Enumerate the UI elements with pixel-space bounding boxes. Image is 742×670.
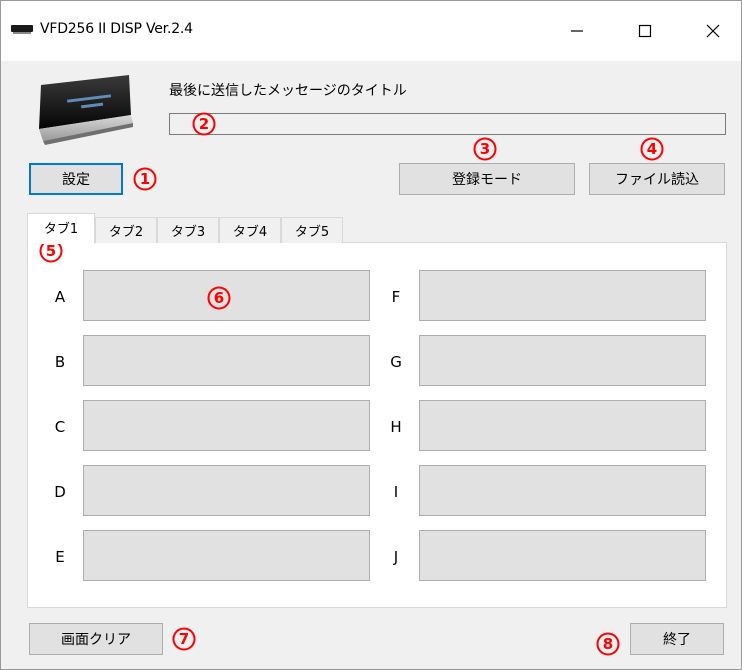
message-slot-f[interactable] <box>419 270 706 321</box>
slot-label-i: I <box>393 483 399 501</box>
annotation-number: 4 <box>646 139 658 158</box>
register-mode-button[interactable]: 登録モード <box>399 163 575 195</box>
message-slot-d[interactable] <box>83 465 370 516</box>
annotation-marker-2: 2 <box>192 112 216 136</box>
message-slot-b[interactable] <box>83 335 370 386</box>
slot-label-e: E <box>55 548 65 566</box>
annotation-marker-1: 1 <box>133 167 157 191</box>
maximize-button[interactable] <box>617 1 673 61</box>
message-slot-g[interactable] <box>419 335 706 386</box>
message-slot-c[interactable] <box>83 400 370 451</box>
annotation-marker-3: 3 <box>473 137 497 161</box>
vfd-display-device <box>39 75 133 145</box>
slot-label-b: B <box>54 353 66 371</box>
annotation-marker-6: 6 <box>207 286 231 310</box>
annotation-number: 1 <box>139 169 151 188</box>
maximize-icon <box>638 24 652 38</box>
vfd-device-icon <box>11 25 33 34</box>
tab-2[interactable]: タブ2 <box>95 217 157 243</box>
annotation-number: 7 <box>178 629 190 648</box>
annotation-number: 6 <box>213 288 225 307</box>
app-window: VFD256 II DISP Ver.2.4 最後に送信したメッセージのタイトル… <box>0 0 742 670</box>
last-message-title-label: 最後に送信したメッセージのタイトル <box>169 83 407 99</box>
close-button[interactable] <box>685 1 741 61</box>
annotation-marker-8: 8 <box>596 632 620 656</box>
tab-panel: A B C D E F G H I J <box>27 242 727 608</box>
last-message-title-field <box>169 113 726 135</box>
annotation-number: 5 <box>45 241 57 260</box>
tab-4[interactable]: タブ4 <box>219 217 281 243</box>
slot-label-a: A <box>54 288 66 306</box>
slot-label-c: C <box>54 418 66 436</box>
tab-1[interactable]: タブ1 <box>27 213 95 244</box>
message-slot-h[interactable] <box>419 400 706 451</box>
annotation-number: 2 <box>198 114 210 133</box>
slot-label-g: G <box>390 353 402 371</box>
slot-label-d: D <box>54 483 66 501</box>
annotation-marker-7: 7 <box>172 627 196 651</box>
slot-label-f: F <box>391 288 401 306</box>
minimize-button[interactable] <box>549 1 605 61</box>
annotation-marker-4: 4 <box>640 137 664 161</box>
annotation-number: 3 <box>479 139 491 158</box>
message-slot-i[interactable] <box>419 465 706 516</box>
slot-label-j: J <box>393 548 399 566</box>
message-slot-j[interactable] <box>419 530 706 581</box>
clear-screen-button[interactable]: 画面クリア <box>29 623 163 655</box>
window-title: VFD256 II DISP Ver.2.4 <box>40 21 193 37</box>
settings-button[interactable]: 設定 <box>29 163 123 195</box>
tab-5[interactable]: タブ5 <box>281 217 343 243</box>
close-icon <box>706 24 720 38</box>
slot-label-h: H <box>390 418 402 436</box>
annotation-number: 8 <box>602 634 614 653</box>
message-slot-e[interactable] <box>83 530 370 581</box>
title-bar[interactable]: VFD256 II DISP Ver.2.4 <box>1 1 741 61</box>
minimize-icon <box>571 30 583 32</box>
file-load-button[interactable]: ファイル読込 <box>589 163 725 195</box>
exit-button[interactable]: 終了 <box>630 623 724 655</box>
tab-3[interactable]: タブ3 <box>157 217 219 243</box>
